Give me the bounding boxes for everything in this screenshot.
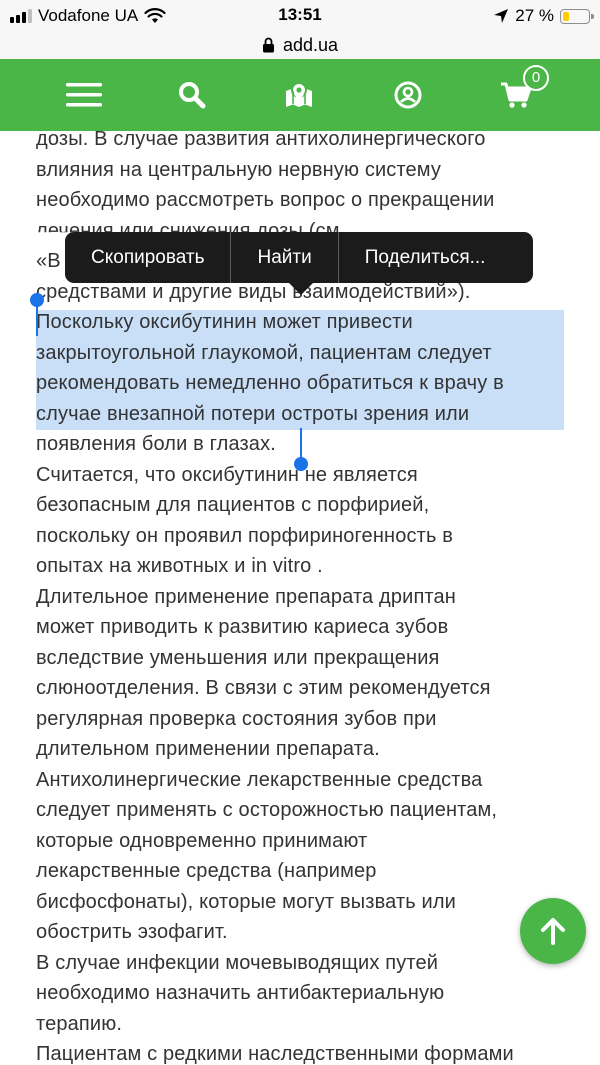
map-icon	[286, 82, 312, 107]
menu-icon	[66, 83, 102, 107]
article-line: может приводить к развитию кариеса зубов	[36, 616, 449, 638]
scroll-to-top-button[interactable]	[520, 898, 586, 964]
status-bar: Vodafone UA 13:51 27 %	[0, 0, 600, 31]
cart-count-badge: 0	[523, 65, 549, 91]
context-menu-pointer	[289, 283, 313, 295]
article-line: влияния на центральную нервную систему	[36, 158, 442, 181]
article-line: вследствие уменьшения или прекращения	[36, 646, 440, 669]
article-line: Длительное применение препарата дриптан	[36, 585, 456, 608]
battery-level	[563, 11, 569, 21]
article-line: терапию.	[36, 1012, 123, 1035]
map-button[interactable]	[269, 59, 329, 131]
article-line: поскольку он проявил порфириногенность в	[36, 524, 454, 547]
article-line: дозы. В случае развития антихолинергичес…	[36, 128, 486, 150]
article-line: следует применять с осторожностью пациен…	[36, 799, 498, 821]
article-line: Антихолинергические лекарственные средст…	[36, 768, 483, 791]
location-arrow-icon	[493, 8, 509, 24]
article-line: бисфосфонаты), которые могут вызвать или	[36, 890, 457, 913]
article-line: В случае инфекции мочевыводящих путей	[36, 951, 439, 974]
article-line: Поскольку оксибутинин может привести	[36, 311, 413, 333]
article-line: безопасным для пациентов с порфирией,	[36, 494, 430, 516]
article-line: закрытоугольной глаукомой, пациентам сле…	[36, 341, 492, 364]
article-line: обострить эзофагит.	[36, 921, 228, 943]
article-line: регулярная проверка состояния зубов при	[36, 707, 437, 730]
article-line: опытах на животных и in vitro .	[36, 555, 323, 577]
arrow-up-icon	[541, 918, 565, 945]
text-context-menu: Скопировать Найти Поделиться...	[65, 232, 533, 283]
share-menu-item[interactable]: Поделиться...	[339, 232, 512, 283]
account-icon	[394, 81, 422, 109]
address-bar-content: add.ua	[262, 35, 338, 56]
search-icon	[179, 82, 206, 109]
battery-icon	[560, 8, 594, 24]
address-bar[interactable]: add.ua	[0, 31, 600, 59]
url-domain: add.ua	[282, 34, 339, 55]
search-button[interactable]	[162, 59, 222, 131]
article-line: Пациентам с редкими наследственными форм…	[36, 1043, 514, 1065]
article-line: необходимо назначить антибактериальную	[36, 982, 445, 1004]
battery-percent: 27 %	[515, 6, 554, 25]
selection-start-caret	[36, 300, 38, 336]
copy-menu-item[interactable]: Скопировать	[65, 232, 230, 283]
article-line: случае внезапной потери остроты зрения и…	[36, 402, 470, 425]
article-line: слюноотделения. В связи с этим рекоменду…	[36, 677, 491, 699]
article-line: рекомендовать немедленно обратиться к вр…	[36, 372, 504, 394]
site-header	[0, 59, 600, 131]
lock-icon	[262, 37, 275, 53]
phone-screen: Vodafone UA 13:51 27 % add.ua 0 дозы. В …	[0, 0, 600, 1065]
selection-end-handle[interactable]	[294, 457, 308, 471]
menu-button[interactable]	[54, 59, 114, 131]
account-button[interactable]	[378, 59, 438, 131]
article-line: необходимо рассмотреть вопрос о прекраще…	[36, 189, 495, 211]
find-menu-item[interactable]: Найти	[231, 232, 337, 283]
article-line: которые одновременно принимают	[36, 829, 368, 852]
article-line: лекарственные средства (например	[36, 860, 377, 882]
status-right: 27 %	[493, 6, 594, 26]
article-line: длительном применении препарата.	[36, 738, 380, 760]
